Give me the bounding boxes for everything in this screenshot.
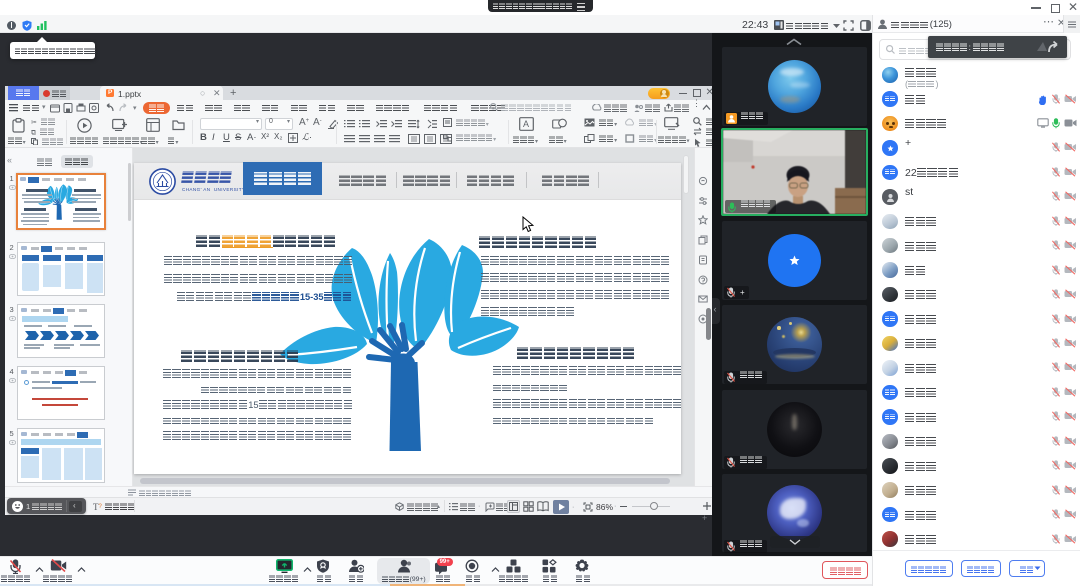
svg-text:?: ?: [99, 504, 103, 510]
svg-text:A: A: [523, 119, 529, 129]
